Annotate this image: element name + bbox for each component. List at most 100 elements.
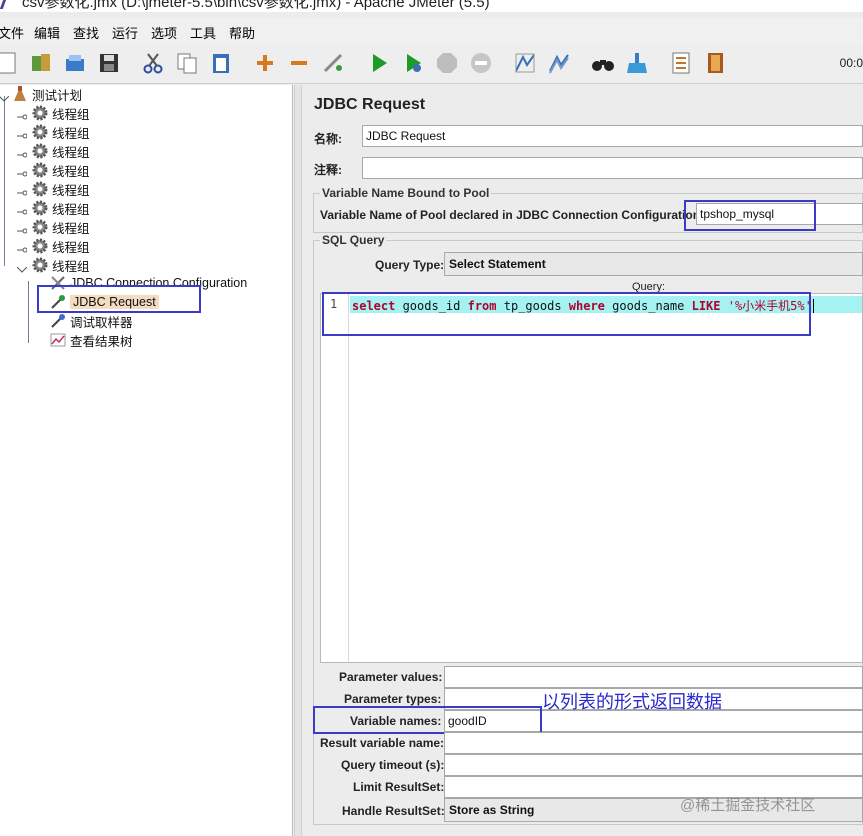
add-icon[interactable] [250, 48, 280, 78]
panel-title: JDBC Request [314, 96, 426, 113]
clear-all-icon[interactable] [544, 48, 574, 78]
save-icon[interactable] [94, 48, 124, 78]
line-number-gutter: 1 [321, 294, 349, 662]
tree-node-thread-group[interactable]: 线程组 [32, 218, 90, 236]
handle-resultset-label: Handle ResultSet: [342, 804, 445, 818]
pipette-icon [50, 313, 66, 329]
gear-icon [32, 143, 48, 159]
paste-icon[interactable] [206, 48, 236, 78]
query-type-select[interactable]: Select Statement [444, 252, 863, 276]
menu-options[interactable]: 选项 [151, 23, 177, 42]
templates-icon[interactable] [26, 48, 56, 78]
expand-toggle-icon[interactable] [0, 91, 10, 102]
result-variable-label: Result variable name: [320, 736, 445, 750]
test-plan-icon [12, 86, 28, 102]
gear-icon [32, 238, 48, 254]
expand-toggle-icon[interactable] [17, 205, 28, 215]
expand-toggle-icon[interactable] [16, 262, 28, 273]
start-no-pauses-icon[interactable] [398, 48, 428, 78]
copy-icon[interactable] [172, 48, 202, 78]
tree-node-thread-group[interactable]: 线程组 [32, 142, 90, 160]
gear-icon [32, 105, 48, 121]
tree-label: 线程组 [52, 221, 90, 236]
menu-bar: 文件 编辑 查找 运行 选项 工具 帮助 [0, 18, 863, 44]
expand-toggle-icon[interactable] [17, 110, 28, 120]
highlight-box-jdbc-request [37, 285, 201, 313]
tree-node-test-plan[interactable]: 测试计划 [12, 85, 82, 103]
tree-label: 线程组 [52, 259, 90, 274]
result-variable-field[interactable] [444, 732, 863, 754]
menu-tools[interactable]: 工具 [190, 23, 216, 42]
app-icon [0, 0, 15, 9]
toolbar: 00:0 [0, 44, 863, 84]
pool-label: Variable Name of Pool declared in JDBC C… [320, 208, 705, 222]
tree-label: 查看结果树 [70, 334, 133, 349]
gear-icon [32, 181, 48, 197]
text-cursor [812, 299, 814, 313]
tree-node-thread-group[interactable]: 线程组 [32, 237, 90, 255]
watermark: @稀土掘金技术社区 [680, 797, 816, 814]
tree-node-thread-group[interactable]: 线程组 [32, 161, 90, 179]
menu-run[interactable]: 运行 [112, 23, 138, 42]
cut-icon[interactable] [138, 48, 168, 78]
start-icon[interactable] [364, 48, 394, 78]
query-timeout-label: Query timeout (s): [341, 758, 445, 772]
gear-icon [32, 219, 48, 235]
tree-label: 线程组 [52, 202, 90, 217]
expand-toggle-icon[interactable] [17, 243, 28, 253]
tree-node-debug-sampler[interactable]: 调试取样器 [50, 312, 133, 330]
tree-node-thread-group[interactable]: 线程组 [32, 180, 90, 198]
tree-label: 线程组 [52, 145, 90, 160]
open-icon[interactable] [60, 48, 90, 78]
sql-query-group-label: SQL Query [320, 233, 387, 247]
tree-node-thread-group[interactable]: 线程组 [32, 256, 90, 274]
name-label: 名称: [314, 132, 342, 146]
query-timeout-field[interactable] [444, 754, 863, 776]
menu-file[interactable]: 文件 [0, 23, 24, 42]
test-plan-tree: 测试计划 线程组 线程组 线程组 线程组 线程组 线程组 线程组 线程组 线程组 JDBC Co… [0, 85, 293, 836]
toggle-icon[interactable] [318, 48, 348, 78]
parameter-types-label: Parameter types: [344, 692, 442, 706]
split-pane-divider[interactable] [294, 85, 302, 836]
graph-icon [50, 332, 66, 348]
reset-search-icon[interactable] [622, 48, 652, 78]
highlight-box-variable-names [313, 706, 542, 734]
gear-icon [32, 162, 48, 178]
tree-node-thread-group[interactable]: 线程组 [32, 199, 90, 217]
expand-toggle-icon[interactable] [17, 186, 28, 196]
expand-toggle-icon[interactable] [17, 224, 28, 234]
tree-label: 线程组 [52, 183, 90, 198]
menu-edit[interactable]: 编辑 [34, 23, 60, 42]
tree-label: 测试计划 [32, 88, 83, 103]
menu-help[interactable]: 帮助 [229, 23, 255, 42]
pool-group-label: Variable Name Bound to Pool [320, 186, 492, 200]
menu-search[interactable]: 查找 [73, 23, 99, 42]
stop-icon[interactable] [432, 48, 462, 78]
window-title-bar: csv参数化.jmx (D:\jmeter-5.5\bin\csv参数化.jmx… [0, 0, 863, 12]
tree-label: 线程组 [52, 240, 90, 255]
highlight-box-query [322, 292, 811, 336]
sql-query-editor[interactable]: 1 select goods_id from tp_goods where go… [320, 293, 863, 663]
tree-label: 线程组 [52, 164, 90, 179]
tree-label: 线程组 [52, 126, 90, 141]
remove-icon[interactable] [284, 48, 314, 78]
highlight-box-pool [684, 200, 816, 231]
tree-node-view-results-tree[interactable]: 查看结果树 [50, 331, 133, 349]
expand-toggle-icon[interactable] [17, 129, 28, 139]
search-icon[interactable] [588, 48, 618, 78]
help-icon[interactable] [700, 48, 730, 78]
expand-toggle-icon[interactable] [17, 167, 28, 177]
tree-node-thread-group[interactable]: 线程组 [32, 104, 90, 122]
limit-resultset-label: Limit ResultSet: [353, 780, 445, 794]
expand-toggle-icon[interactable] [17, 148, 28, 158]
window-title: csv参数化.jmx (D:\jmeter-5.5\bin\csv参数化.jmx… [22, 0, 490, 11]
parameter-values-field[interactable] [444, 666, 863, 688]
function-helper-icon[interactable] [666, 48, 696, 78]
clear-icon[interactable] [510, 48, 540, 78]
new-icon[interactable] [0, 48, 22, 78]
tree-node-thread-group[interactable]: 线程组 [32, 123, 90, 141]
comment-field[interactable] [362, 157, 863, 179]
shutdown-icon[interactable] [466, 48, 496, 78]
name-field[interactable]: JDBC Request [362, 125, 863, 147]
query-type-label: Query Type: [375, 258, 445, 272]
